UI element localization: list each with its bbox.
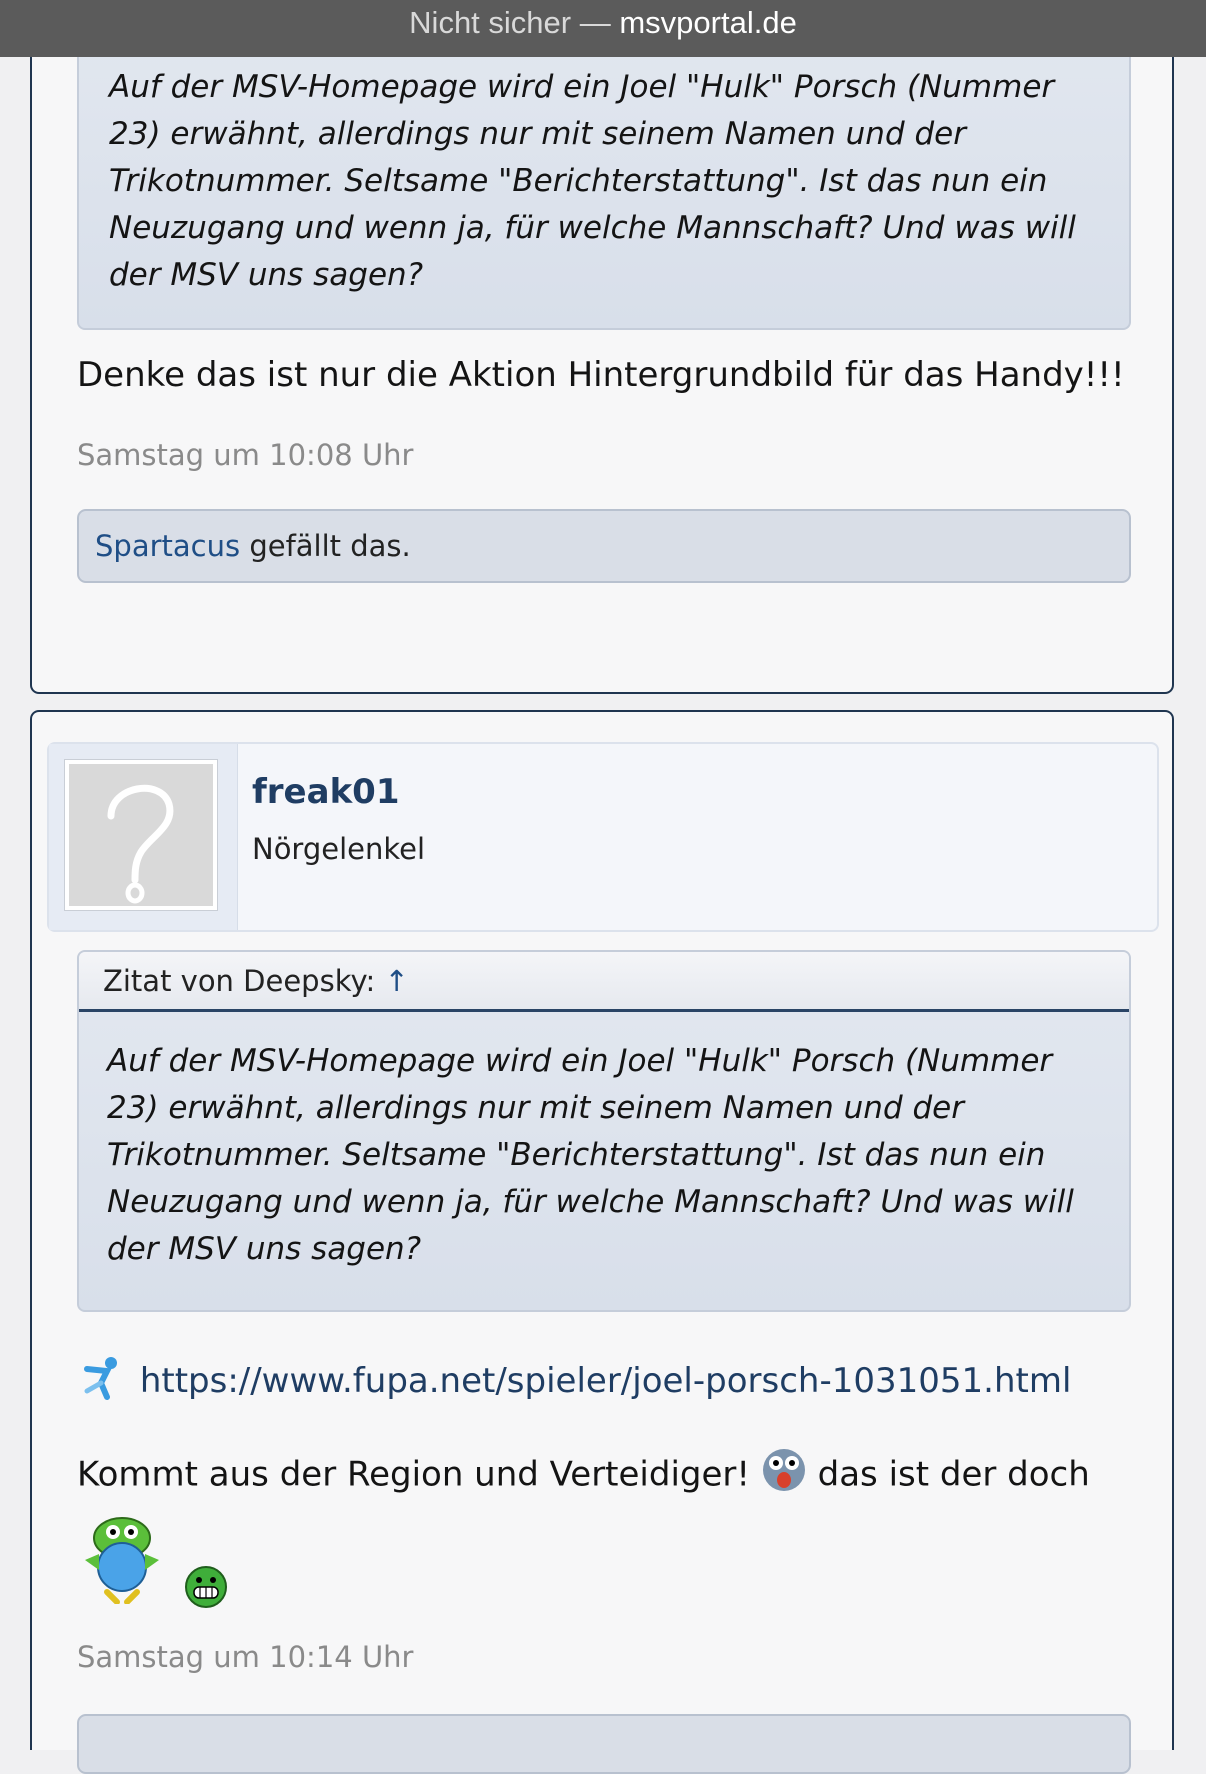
link-row: https://www.fupa.net/spieler/joel-porsch… [77, 1355, 1071, 1410]
post-timestamp[interactable]: Samstag um 10:08 Uhr [77, 438, 413, 472]
user-info-bar: freak01 Nörgelenkel [47, 742, 1159, 932]
post-timestamp[interactable]: Samstag um 10:14 Uhr [77, 1640, 413, 1674]
liker-link[interactable]: Spartacus [95, 529, 240, 563]
site-host: msvportal.de [619, 5, 797, 40]
user-title: Nörgelenkel [252, 832, 426, 866]
quote-author: Zitat von Deepsky: [103, 964, 376, 998]
browser-address-bar[interactable]: Nicht sicher — msvportal.de [0, 0, 1206, 57]
avatar-cell [49, 744, 238, 930]
post-message: Kommt aus der Region und Verteidiger! da… [77, 1447, 1090, 1505]
forum-post: Auf der MSV-Homepage wird ein Joel "Hulk… [30, 0, 1174, 694]
message-part-2: das ist der doch [817, 1454, 1090, 1495]
post-message: Denke das ist nur die Aktion Hintergrund… [77, 355, 1125, 395]
forum-post: freak01 Nörgelenkel Zitat von Deepsky: ↑… [30, 710, 1174, 1774]
username-link[interactable]: freak01 [252, 772, 400, 812]
shocked-face-emoji-icon [761, 1447, 807, 1505]
grinning-green-face-emoji-icon [184, 1565, 228, 1613]
green-globe-monster-emoji-icon [77, 1512, 167, 1608]
quote-jump-arrow-icon[interactable]: ↑ [385, 964, 409, 998]
avatar[interactable] [64, 759, 218, 911]
security-label: Nicht sicher — [409, 5, 611, 40]
quote-text: Auf der MSV-Homepage wird ein Joel "Hulk… [107, 1043, 1074, 1267]
quote-header: Zitat von Deepsky: ↑ [79, 952, 1129, 1012]
likes-suffix: gefällt das. [249, 529, 411, 563]
likes-bar: Spartacus gefällt das. [77, 509, 1131, 583]
likes-bar [77, 1714, 1131, 1774]
question-mark-placeholder-icon [107, 784, 174, 904]
fupa-kicker-icon [77, 1355, 123, 1410]
message-part-1: Kommt aus der Region und Verteidiger! [77, 1454, 751, 1495]
external-link[interactable]: https://www.fupa.net/spieler/joel-porsch… [140, 1361, 1072, 1401]
quote-block: Zitat von Deepsky: ↑ Auf der MSV-Homepag… [77, 950, 1131, 1312]
